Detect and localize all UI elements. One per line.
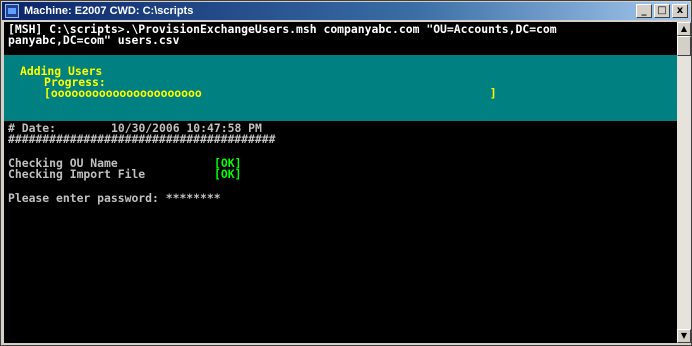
password-prompt: Please enter password:	[8, 191, 166, 205]
command-line-2: panyabc,DC=com" users.csv	[8, 33, 180, 47]
scroll-down-arrow-icon[interactable]: ▼	[677, 329, 691, 343]
title-bar[interactable]: Machine: E2007 CWD: C:\scripts _ □ x	[2, 2, 690, 20]
check-label: Checking Import File	[8, 167, 146, 181]
close-button[interactable]: x	[672, 4, 688, 18]
scroll-up-arrow-icon[interactable]: ▲	[677, 22, 691, 36]
scroll-thumb[interactable]	[677, 36, 691, 56]
maximize-button[interactable]: □	[654, 4, 670, 18]
check-row: Checking Import File [OK]	[8, 167, 242, 181]
window-controls: _ □ x	[636, 4, 688, 18]
password-mask[interactable]: ********	[166, 191, 221, 205]
window-title: Machine: E2007 CWD: C:\scripts	[24, 5, 194, 17]
minimize-button[interactable]: _	[636, 4, 652, 18]
progress-bar: [oooooooooooooooooooooo ]	[44, 86, 497, 100]
console-app-icon	[5, 4, 19, 18]
password-line[interactable]: Please enter password: ********	[8, 191, 221, 205]
vertical-scrollbar[interactable]: ▲ ▼	[677, 22, 691, 343]
console-output[interactable]: [MSH] C:\scripts>.\ProvisionExchangeUser…	[4, 22, 677, 343]
separator-line: #######################################	[8, 132, 276, 146]
check-status: [OK]	[214, 167, 242, 181]
console-window: Machine: E2007 CWD: C:\scripts _ □ x [MS…	[0, 0, 692, 346]
